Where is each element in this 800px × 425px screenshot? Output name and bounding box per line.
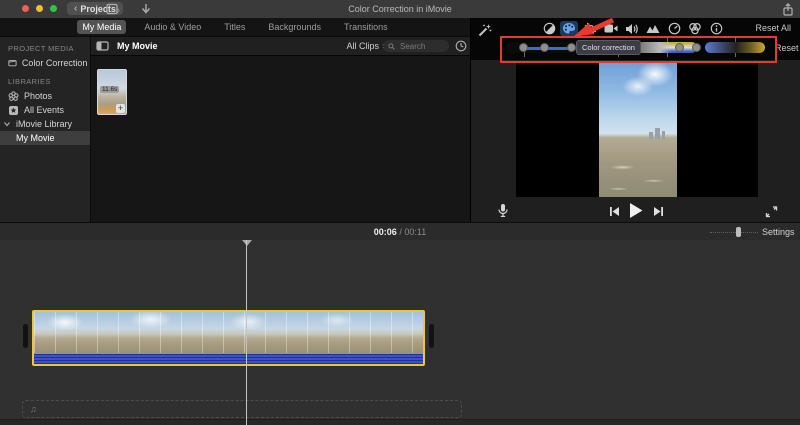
time-separator: /	[399, 227, 402, 237]
media-tab-bar: My Media Audio & Video Titles Background…	[0, 18, 470, 36]
voiceover-mic-icon[interactable]	[497, 203, 509, 218]
sidebar-item-label: Photos	[24, 91, 53, 101]
clip-audio-waveform	[34, 353, 423, 364]
share-icon[interactable]	[782, 3, 794, 16]
music-note-icon: ♫	[30, 404, 37, 414]
search-icon	[388, 42, 395, 50]
media-clip-thumbnail[interactable]: 11.6s +	[97, 69, 127, 115]
clip-duration-badge: 11.6s	[100, 86, 120, 93]
reset-all-button[interactable]: Reset All	[755, 23, 791, 33]
timeline-settings-button[interactable]: Settings	[762, 227, 795, 237]
brightness-handle[interactable]	[539, 42, 549, 52]
total-time: 00:11	[404, 227, 427, 237]
previous-frame-button[interactable]	[609, 206, 620, 217]
saturation-handle[interactable]	[675, 42, 684, 52]
time-display: 00:06 / 00:11	[0, 227, 800, 237]
libraries-sidebar: PROJECT MEDIA Color Correction in… LIBRA…	[0, 36, 90, 223]
timeline-clip[interactable]	[32, 310, 425, 366]
sidebar-item-photos[interactable]: Photos	[0, 89, 90, 103]
sidebar-item-label: All Events	[24, 105, 65, 115]
sidebar-item-label: My Movie	[16, 133, 55, 143]
tab-audio-video[interactable]: Audio & Video	[139, 20, 206, 34]
horizon-building	[655, 128, 660, 139]
sidebar-item-all-events[interactable]: All Events	[0, 103, 90, 117]
sidebar-item-label: Color Correction in…	[21, 58, 90, 68]
zoom-slider-ticks	[710, 232, 758, 233]
temperature-slider[interactable]	[705, 42, 765, 53]
volume-icon[interactable]	[623, 21, 641, 36]
photos-flower-icon	[8, 90, 19, 101]
slider-tick	[524, 52, 525, 57]
current-time: 00:06	[373, 227, 397, 237]
play-button[interactable]	[628, 202, 644, 219]
filmstrip-icon	[8, 60, 17, 67]
temperature-handle[interactable]	[692, 42, 701, 52]
tab-titles[interactable]: Titles	[219, 20, 250, 34]
zoom-slider-handle[interactable]	[736, 227, 741, 237]
playhead-line[interactable]	[246, 240, 247, 425]
color-correction-tooltip: Color correction	[576, 40, 641, 55]
media-browser-header: My Movie All Clips	[91, 37, 471, 56]
horizon-building	[649, 132, 653, 139]
shadows-handle[interactable]	[518, 42, 528, 52]
clip-size-icon[interactable]	[455, 40, 467, 52]
clip-filter-icon[interactable]	[686, 21, 704, 36]
search-input[interactable]	[398, 40, 444, 52]
noise-reduction-icon[interactable]	[644, 21, 662, 36]
next-frame-button[interactable]	[653, 206, 664, 217]
timeline-bottom-strip	[0, 419, 800, 425]
clip-filmstrip	[34, 312, 423, 353]
libraries-header: LIBRARIES	[8, 77, 51, 86]
window-title: Color Correction in iMovie	[348, 4, 452, 14]
sidebar-item-label: iMovie Library	[16, 119, 73, 129]
all-events-star-icon	[9, 105, 18, 115]
highlights-handle[interactable]	[566, 42, 576, 52]
reset-button[interactable]: Reset	[775, 43, 799, 53]
title-bar: ‹ Projects ♪ Color Correction in iMovie	[0, 0, 800, 19]
all-clips-label: All Clips	[346, 41, 379, 51]
timeline-zoom-slider[interactable]	[710, 227, 758, 237]
speed-icon[interactable]	[665, 21, 683, 36]
timeline-header: 00:06 / 00:11 Settings	[0, 222, 800, 242]
media-browser-title: My Movie	[117, 41, 158, 51]
sidebar-item-my-movie[interactable]: My Movie	[0, 131, 90, 145]
add-to-timeline-button[interactable]: +	[116, 104, 125, 113]
disclosure-chevron-icon	[4, 122, 10, 127]
sidebar-item-imovie-library[interactable]: iMovie Library	[0, 117, 90, 131]
sidebar-item-project[interactable]: Color Correction in…	[0, 56, 90, 70]
fullscreen-icon[interactable]	[765, 205, 778, 218]
horizon-building	[662, 131, 665, 139]
imovie-window: ‹ Projects ♪ Color Correction in iMovie …	[0, 0, 800, 425]
media-browser: My Movie All Clips 11.6s +	[90, 36, 471, 223]
crop-icon[interactable]	[581, 21, 599, 36]
tab-backgrounds[interactable]: Backgrounds	[263, 20, 326, 34]
saturation-slider[interactable]	[637, 42, 697, 53]
tab-transitions[interactable]: Transitions	[339, 20, 393, 34]
project-media-header: PROJECT MEDIA	[8, 44, 74, 53]
preview-video	[599, 62, 677, 197]
clip-trim-handle-right[interactable]	[429, 324, 434, 348]
enhance-wand-icon[interactable]	[477, 23, 492, 38]
viewer-panel: Reset All Color correction Reset	[470, 18, 800, 222]
color-correction-icon[interactable]	[560, 21, 578, 36]
color-balance-icon[interactable]	[540, 21, 558, 36]
clip-trim-handle-left[interactable]	[23, 324, 28, 348]
background-music-well[interactable]: ♫	[22, 400, 462, 418]
info-icon[interactable]	[707, 21, 725, 36]
playhead-marker[interactable]	[242, 240, 252, 246]
tab-my-media[interactable]: My Media	[77, 20, 127, 34]
search-field[interactable]	[383, 40, 449, 52]
panel-toggle-icon[interactable]	[96, 41, 109, 51]
stabilization-camera-icon[interactable]	[602, 21, 620, 36]
